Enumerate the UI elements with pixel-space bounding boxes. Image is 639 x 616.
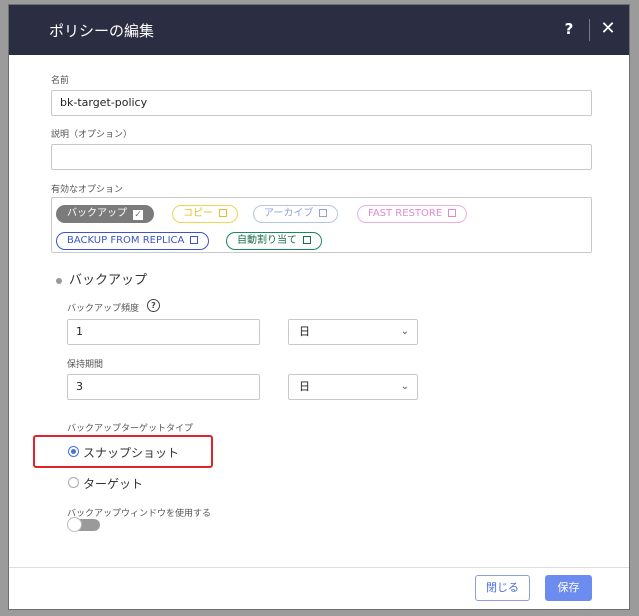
- frequency-label: バックアップ頻度: [67, 304, 140, 314]
- radio-snapshot-label[interactable]: スナップショット: [83, 444, 179, 461]
- frequency-unit-select[interactable]: 日 ⌄: [288, 319, 418, 345]
- frequency-input[interactable]: 1: [67, 319, 260, 345]
- footer-divider: [9, 567, 629, 568]
- retention-label: 保持期間: [67, 360, 104, 370]
- save-button[interactable]: 保存: [545, 575, 592, 601]
- name-input[interactable]: bk-target-policy: [51, 90, 592, 116]
- checkbox-empty-icon: [219, 209, 227, 217]
- option-backup-from-replica-label: BACKUP FROM REPLICA: [67, 235, 185, 246]
- close-button[interactable]: 閉じる: [475, 575, 530, 601]
- retention-unit-select[interactable]: 日 ⌄: [288, 374, 418, 400]
- dialog-titlebar: ポリシーの編集 ? ✕: [9, 5, 629, 55]
- description-label: 説明（オプション）: [51, 130, 133, 140]
- close-icon[interactable]: ✕: [597, 17, 619, 41]
- chevron-down-icon: ⌄: [400, 326, 409, 337]
- retention-input[interactable]: 3: [67, 374, 260, 400]
- frequency-unit-value: 日: [299, 325, 310, 338]
- option-copy-pill[interactable]: コピー: [172, 205, 238, 223]
- description-input[interactable]: [51, 144, 592, 170]
- toggle-knob: [67, 517, 82, 532]
- backup-window-toggle[interactable]: [67, 517, 100, 532]
- dialog-title: ポリシーの編集: [49, 22, 155, 40]
- name-label: 名前: [51, 76, 70, 86]
- checkbox-empty-icon: [303, 236, 311, 244]
- option-backup-label: バックアップ: [67, 208, 127, 219]
- option-archive-label: アーカイブ: [264, 208, 314, 219]
- options-box: バックアップ ✓ コピー アーカイブ FAST RESTORE BACKUP FR…: [51, 197, 592, 253]
- chevron-down-icon: ⌄: [400, 381, 409, 392]
- option-backup-from-replica-pill[interactable]: BACKUP FROM REPLICA: [56, 232, 210, 250]
- option-auto-assign-label: 自動割り当て: [237, 235, 297, 246]
- option-fast-restore-label: FAST RESTORE: [368, 208, 443, 219]
- backup-section-title: バックアップ: [69, 273, 148, 288]
- radio-snapshot[interactable]: [68, 446, 79, 457]
- backup-window-label: バックアップウィンドウを使用する: [67, 509, 212, 519]
- checkbox-empty-icon: [190, 236, 199, 244]
- option-archive-pill[interactable]: アーカイブ: [253, 205, 339, 223]
- radio-target[interactable]: [68, 477, 79, 488]
- target-type-label: バックアップターゲットタイプ: [67, 424, 194, 434]
- edit-policy-dialog: ポリシーの編集 ? ✕ 名前 bk-target-policy 説明（オプション…: [8, 4, 630, 610]
- help-icon[interactable]: ?: [559, 19, 579, 39]
- checkbox-empty-icon: [319, 209, 328, 217]
- option-backup-pill[interactable]: バックアップ ✓: [56, 205, 154, 223]
- options-label: 有効なオプション: [51, 185, 124, 195]
- radio-target-label[interactable]: ターゲット: [83, 475, 143, 492]
- option-copy-label: コピー: [183, 208, 213, 219]
- titlebar-divider: [589, 19, 590, 41]
- question-circle-icon[interactable]: ?: [147, 299, 160, 312]
- option-auto-assign-pill[interactable]: 自動割り当て: [226, 232, 322, 250]
- retention-unit-value: 日: [299, 380, 310, 393]
- option-fast-restore-pill[interactable]: FAST RESTORE: [357, 205, 468, 223]
- section-bullet-icon: [56, 278, 62, 284]
- checkbox-empty-icon: [448, 209, 457, 217]
- checkbox-checked-icon: ✓: [133, 210, 143, 220]
